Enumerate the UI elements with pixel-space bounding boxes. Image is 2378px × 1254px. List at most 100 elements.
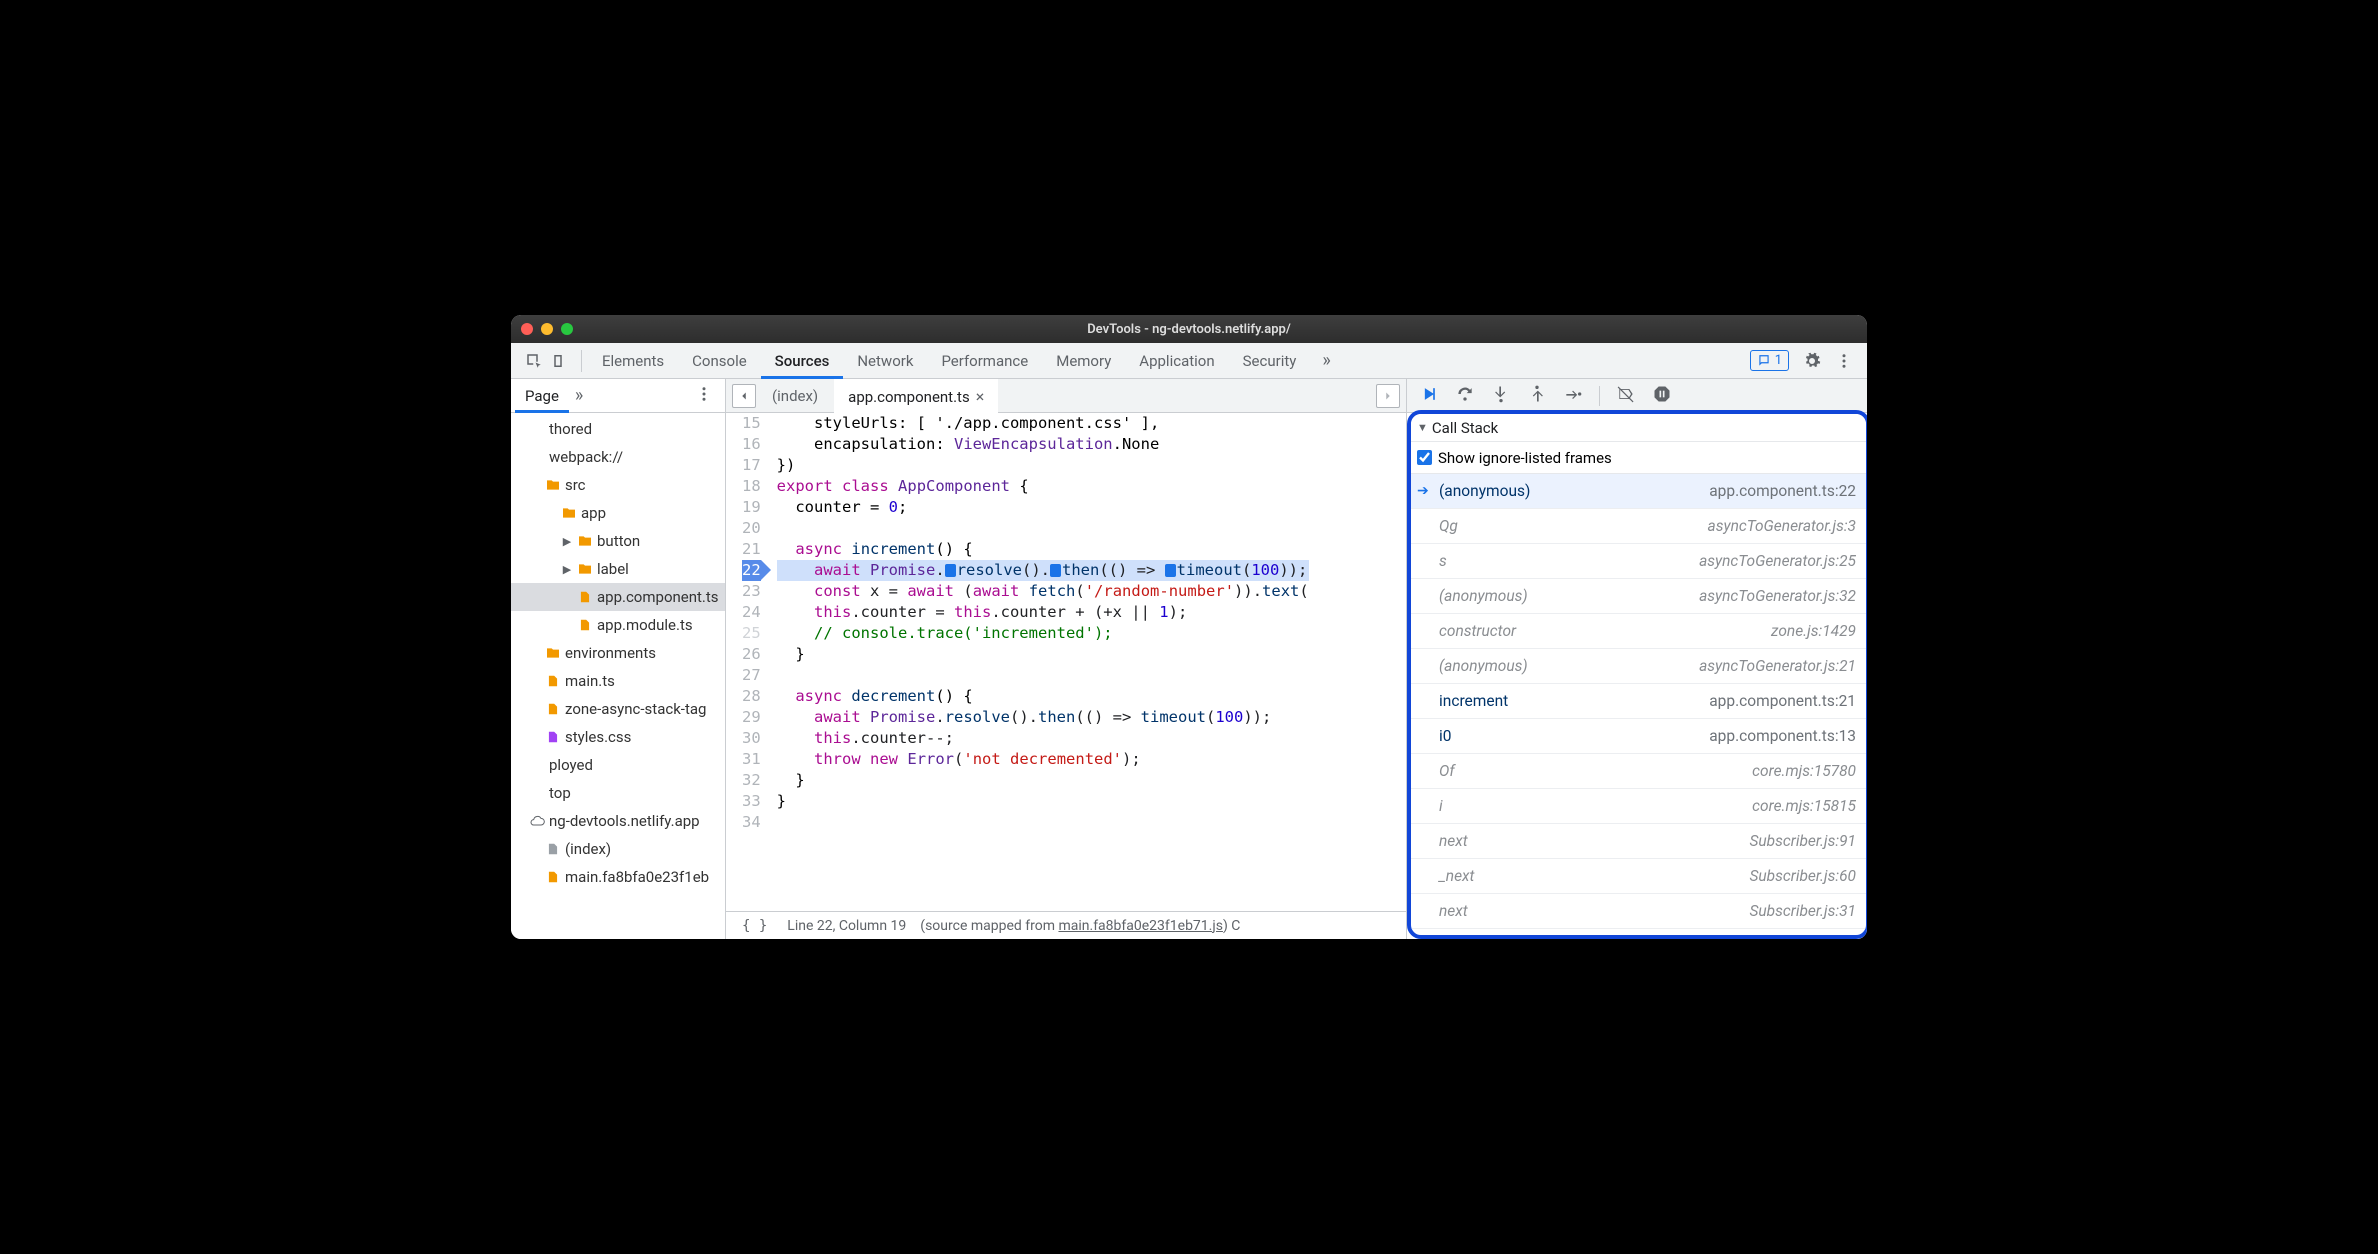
- frame-location: Subscriber.js:60: [1749, 867, 1856, 885]
- editor-pane: (index) app.component.ts × 1516171819202…: [726, 379, 1407, 939]
- tree-item[interactable]: thored: [511, 415, 725, 443]
- pause-exceptions-button[interactable]: [1652, 384, 1672, 408]
- stack-frame[interactable]: (anonymous)app.component.ts:22: [1411, 474, 1866, 509]
- tree-item[interactable]: ployed: [511, 751, 725, 779]
- triangle-down-icon: ▼: [1417, 421, 1428, 434]
- frame-location: asyncToGenerator.js:3: [1708, 517, 1856, 535]
- tree-item-label: thored: [549, 420, 592, 438]
- editor-tab-index[interactable]: (index): [758, 379, 832, 413]
- cursor-position: Line 22, Column 19: [787, 918, 906, 934]
- tree-item[interactable]: app.module.ts: [511, 611, 725, 639]
- stack-frame[interactable]: nextSubscriber.js:91: [1411, 824, 1866, 859]
- stack-frame[interactable]: constructorzone.js:1429: [1411, 614, 1866, 649]
- file-icon: [529, 785, 545, 801]
- gear-icon[interactable]: [1803, 352, 1821, 370]
- step-out-button[interactable]: [1527, 384, 1547, 408]
- ignore-list-label: Show ignore-listed frames: [1438, 449, 1612, 467]
- tree-item-label: environments: [565, 644, 656, 662]
- tree-item[interactable]: webpack://: [511, 443, 725, 471]
- resume-button[interactable]: [1419, 384, 1439, 408]
- tree-item[interactable]: app.component.ts: [511, 583, 725, 611]
- tree-item-label: main.fa8bfa0e23f1eb: [565, 868, 709, 886]
- navigator-menu-icon[interactable]: [687, 385, 721, 407]
- nav-back-button[interactable]: [732, 384, 756, 408]
- code-content: styleUrls: [ './app.component.css' ], en…: [771, 413, 1315, 911]
- stack-frame[interactable]: (anonymous)asyncToGenerator.js:32: [1411, 579, 1866, 614]
- folder-icon: [577, 561, 593, 577]
- inspect-tools: [517, 352, 575, 370]
- tree-item[interactable]: zone-async-stack-tag: [511, 695, 725, 723]
- tab-security[interactable]: Security: [1229, 343, 1311, 379]
- code-editor[interactable]: 1516171819202122232425262728293031323334…: [726, 413, 1406, 911]
- ignore-list-checkbox[interactable]: [1417, 450, 1432, 465]
- cloud-icon: [529, 813, 545, 829]
- tree-item-label: main.ts: [565, 672, 615, 690]
- more-tabs-icon[interactable]: »: [1312, 350, 1340, 371]
- inspect-icon[interactable]: [525, 352, 543, 370]
- toolbar-right: 1: [1742, 350, 1861, 371]
- editor-tab-appcomponent[interactable]: app.component.ts ×: [834, 379, 998, 413]
- folder-icon: [545, 477, 561, 493]
- main-tabs: ElementsConsoleSourcesNetworkPerformance…: [588, 343, 1310, 379]
- tree-item[interactable]: ▶button: [511, 527, 725, 555]
- tab-console[interactable]: Console: [678, 343, 761, 379]
- step-into-button[interactable]: [1491, 384, 1511, 408]
- file-icon: [545, 673, 561, 689]
- frame-location: Subscriber.js:31: [1749, 902, 1856, 920]
- tree-item[interactable]: src: [511, 471, 725, 499]
- tree-item[interactable]: main.fa8bfa0e23f1eb: [511, 863, 725, 891]
- frame-location: app.component.ts:22: [1709, 482, 1856, 500]
- line-gutter: 1516171819202122232425262728293031323334: [726, 413, 771, 911]
- tree-item[interactable]: top: [511, 779, 725, 807]
- source-map-link[interactable]: main.fa8bfa0e23f1eb71.js: [1058, 918, 1222, 934]
- stack-frame[interactable]: i0app.component.ts:13: [1411, 719, 1866, 754]
- tab-application[interactable]: Application: [1125, 343, 1228, 379]
- stack-frame[interactable]: (anonymous)asyncToGenerator.js:21: [1411, 649, 1866, 684]
- deactivate-breakpoints-button[interactable]: [1616, 384, 1636, 408]
- step-over-button[interactable]: [1455, 384, 1475, 408]
- tree-item[interactable]: main.ts: [511, 667, 725, 695]
- file-icon: [529, 757, 545, 773]
- window-title: DevTools - ng-devtools.netlify.app/: [511, 322, 1867, 337]
- tree-item-label: zone-async-stack-tag: [565, 700, 706, 718]
- more-subtabs-icon[interactable]: »: [569, 385, 589, 406]
- kebab-icon[interactable]: [1835, 352, 1853, 370]
- tab-performance[interactable]: Performance: [927, 343, 1042, 379]
- stack-frame[interactable]: icore.mjs:15815: [1411, 789, 1866, 824]
- tree-item[interactable]: ng-devtools.netlify.app: [511, 807, 725, 835]
- stack-frame[interactable]: Of core.mjs:15780: [1411, 754, 1866, 789]
- file-tree[interactable]: thored webpack://srcapp▶button▶labelapp.c…: [511, 413, 725, 939]
- editor-tab-label: app.component.ts: [848, 388, 970, 406]
- tree-item[interactable]: styles.css: [511, 723, 725, 751]
- ignore-list-toggle[interactable]: Show ignore-listed frames: [1411, 442, 1866, 474]
- call-stack-panel: ▼ Call Stack Show ignore-listed frames (…: [1407, 410, 1867, 939]
- frame-location: core.mjs:15780: [1752, 762, 1856, 780]
- tab-elements[interactable]: Elements: [588, 343, 678, 379]
- tree-item[interactable]: app: [511, 499, 725, 527]
- stack-frame[interactable]: QgasyncToGenerator.js:3: [1411, 509, 1866, 544]
- step-button[interactable]: [1563, 384, 1583, 408]
- frame-function: i0: [1439, 727, 1451, 745]
- call-stack-header[interactable]: ▼ Call Stack: [1411, 414, 1866, 442]
- device-icon[interactable]: [549, 352, 567, 370]
- stack-frame[interactable]: sasyncToGenerator.js:25: [1411, 544, 1866, 579]
- frame-function: next: [1439, 902, 1468, 920]
- issues-button[interactable]: 1: [1750, 350, 1789, 371]
- tree-item[interactable]: (index): [511, 835, 725, 863]
- tree-item[interactable]: environments: [511, 639, 725, 667]
- subtab-page[interactable]: Page: [515, 379, 569, 413]
- stack-frame[interactable]: _nextSubscriber.js:60: [1411, 859, 1866, 894]
- tab-memory[interactable]: Memory: [1042, 343, 1125, 379]
- frame-location: Subscriber.js:91: [1749, 832, 1856, 850]
- stack-frame[interactable]: incrementapp.component.ts:21: [1411, 684, 1866, 719]
- file-icon: [545, 701, 561, 717]
- stack-frame[interactable]: next Subscriber.js:31: [1411, 894, 1866, 929]
- pretty-print-button[interactable]: { }: [736, 918, 773, 934]
- tab-sources[interactable]: Sources: [761, 343, 844, 379]
- tab-network[interactable]: Network: [843, 343, 927, 379]
- nav-forward-button[interactable]: [1376, 384, 1400, 408]
- folder-icon: [545, 645, 561, 661]
- frame-function: Of: [1439, 762, 1455, 780]
- tree-item[interactable]: ▶label: [511, 555, 725, 583]
- close-icon[interactable]: ×: [976, 387, 985, 406]
